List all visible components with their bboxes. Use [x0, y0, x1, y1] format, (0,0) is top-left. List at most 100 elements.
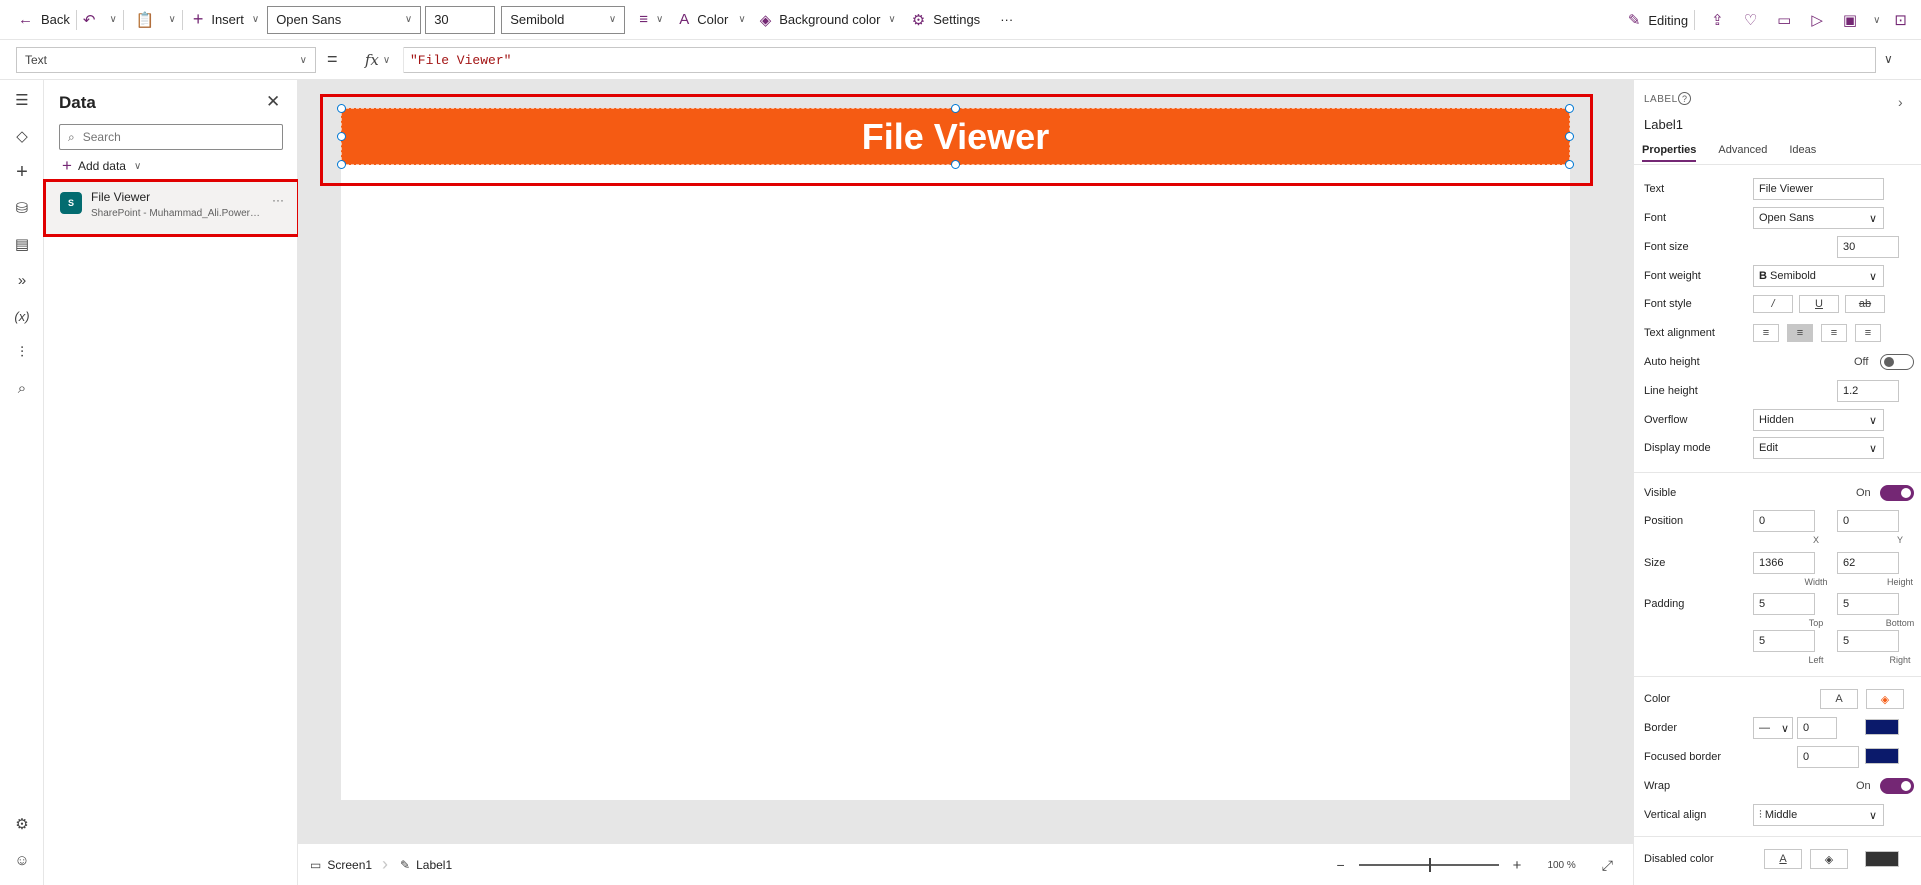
data-icon[interactable]: ⛁ — [10, 196, 34, 220]
media-icon[interactable]: ▤ — [10, 232, 34, 256]
font-prop-select[interactable]: Open Sans ∨ — [1753, 207, 1884, 229]
label1-control[interactable]: File Viewer — [341, 108, 1570, 165]
save-chevron-icon[interactable]: ∨ — [1873, 15, 1880, 26]
background-color-button[interactable]: ◈ Background color ∨ — [760, 0, 896, 40]
strikethrough-button[interactable]: ab — [1845, 295, 1885, 313]
font-weight-select[interactable]: Semibold ∨ — [501, 5, 626, 34]
expand-formula-icon[interactable]: ∨ — [1884, 52, 1893, 66]
display-mode-prop-select[interactable]: Edit ∨ — [1753, 437, 1884, 459]
font-size-input[interactable]: 30 — [425, 5, 496, 34]
padding-left-input[interactable]: 5 — [1753, 630, 1815, 652]
gear-icon[interactable]: ⚙ — [10, 812, 34, 836]
variables-icon[interactable]: (x) — [10, 304, 34, 328]
paste-button[interactable]: 📋 — [130, 0, 155, 40]
resize-handle-top[interactable] — [951, 104, 960, 113]
resize-handle-left[interactable] — [337, 132, 346, 141]
align-center-button[interactable]: ≡ — [1787, 324, 1813, 342]
font-size-prop-input[interactable]: 30 — [1837, 236, 1899, 258]
back-button[interactable]: ← Back — [18, 0, 70, 40]
zoom-in-button[interactable]: + — [1513, 857, 1522, 874]
zoom-slider[interactable] — [1358, 858, 1499, 872]
border-color-swatch[interactable] — [1865, 719, 1899, 735]
breadcrumb-label1[interactable]: ✎ Label1 — [400, 858, 452, 872]
padding-bottom-input[interactable]: 5 — [1837, 593, 1899, 615]
padding-right-input[interactable]: 5 — [1837, 630, 1899, 652]
resize-handle-bottom-right[interactable] — [1565, 160, 1574, 169]
resize-handle-bottom-left[interactable] — [337, 160, 346, 169]
power-automate-icon[interactable]: » — [10, 268, 34, 292]
border-style-select[interactable]: — ∨ — [1753, 717, 1793, 739]
disabled-fill-color-button[interactable]: ◈ — [1810, 849, 1848, 869]
disabled-color-swatch[interactable] — [1865, 851, 1899, 867]
play-icon[interactable]: ▷ — [1811, 11, 1823, 29]
fill-color-button[interactable]: ◈ — [1866, 689, 1904, 709]
size-width-input[interactable]: 1366 — [1753, 552, 1815, 574]
line-height-prop-input[interactable]: 1.2 — [1837, 380, 1899, 402]
control-name[interactable]: Label1 — [1644, 117, 1683, 132]
resize-handle-bottom[interactable] — [951, 160, 960, 169]
fit-to-window-icon[interactable]: ⤢ — [1602, 857, 1613, 874]
comments-icon[interactable]: ▭ — [1777, 11, 1791, 29]
undo-chevron-icon[interactable]: ∨ — [109, 14, 116, 25]
screen1-canvas[interactable]: File Viewer — [337, 104, 1574, 800]
advanced-tools-icon[interactable]: ⫶ — [10, 340, 34, 364]
settings-button[interactable]: ⚙ Settings — [912, 0, 980, 40]
italic-button[interactable]: / — [1753, 295, 1793, 313]
overflow-prop-select[interactable]: Hidden ∨ — [1753, 409, 1884, 431]
data-source-item[interactable]: S File Viewer SharePoint - Muhammad_Ali.… — [44, 180, 298, 236]
tab-advanced[interactable]: Advanced — [1718, 144, 1767, 162]
tab-properties[interactable]: Properties — [1642, 144, 1697, 162]
align-button[interactable]: ≡ ∨ — [639, 0, 663, 40]
tab-ideas[interactable]: Ideas — [1789, 144, 1816, 162]
hamburger-menu-icon[interactable]: ☰ — [10, 88, 34, 112]
editing-button[interactable]: ✎ Editing — [1628, 0, 1688, 40]
search-icon[interactable]: ⌕ — [10, 376, 34, 400]
auto-height-toggle[interactable] — [1880, 354, 1914, 370]
publish-icon[interactable]: ⊡ — [1894, 11, 1907, 29]
position-y-input[interactable]: 0 — [1837, 510, 1899, 532]
data-search-box[interactable]: ⌕ — [59, 124, 283, 150]
font-weight-prop-select[interactable]: B Semibold ∨ — [1753, 265, 1884, 287]
zoom-slider-thumb[interactable] — [1428, 858, 1431, 872]
padding-top-input[interactable]: 5 — [1753, 593, 1815, 615]
color-button[interactable]: A Color ∨ — [679, 0, 745, 40]
add-data-button[interactable]: + Add data ∨ — [62, 156, 141, 176]
font-family-select[interactable]: Open Sans ∨ — [267, 5, 422, 34]
resize-handle-top-right[interactable] — [1565, 104, 1574, 113]
align-right-button[interactable]: ≡ — [1821, 324, 1847, 342]
wrap-toggle[interactable] — [1880, 778, 1914, 794]
font-color-button[interactable]: A — [1820, 689, 1858, 709]
formula-input[interactable]: "File Viewer" — [404, 47, 1876, 73]
undo-button[interactable]: ↶ — [83, 0, 96, 40]
share-icon[interactable]: ⇪ — [1711, 11, 1724, 29]
align-justify-button[interactable]: ≡ — [1855, 324, 1881, 342]
insert-button[interactable]: + Insert ∨ — [193, 0, 259, 40]
focused-border-width-input[interactable]: 0 — [1797, 746, 1859, 768]
help-icon[interactable]: ? — [1678, 92, 1691, 105]
paste-chevron-icon[interactable]: ∨ — [169, 14, 176, 25]
border-width-input[interactable]: 0 — [1797, 717, 1837, 739]
data-source-more-button[interactable]: ··· — [272, 193, 284, 207]
size-height-input[interactable]: 62 — [1837, 552, 1899, 574]
disabled-font-color-button[interactable]: A — [1764, 849, 1802, 869]
fx-button[interactable]: fx ∨ — [352, 47, 404, 73]
vertical-align-select[interactable]: ⫶ Middle ∨ — [1753, 804, 1884, 826]
tree-view-icon[interactable]: ◇ — [10, 124, 34, 148]
text-prop-input[interactable]: File Viewer — [1753, 178, 1884, 200]
align-left-button[interactable]: ≡ — [1753, 324, 1779, 342]
data-search-input[interactable] — [82, 130, 263, 144]
chevron-right-icon[interactable]: › — [1898, 94, 1903, 110]
virtual-agent-icon[interactable]: ☺ — [10, 848, 34, 872]
visible-toggle[interactable] — [1880, 485, 1914, 501]
resize-handle-right[interactable] — [1565, 132, 1574, 141]
resize-handle-top-left[interactable] — [337, 104, 346, 113]
save-icon[interactable]: ▣ — [1843, 11, 1857, 29]
zoom-out-button[interactable]: − — [1336, 857, 1344, 873]
app-checker-icon[interactable]: ♡ — [1744, 11, 1757, 29]
focused-border-color-swatch[interactable] — [1865, 748, 1899, 764]
more-commands-button[interactable]: ··· — [1000, 0, 1013, 40]
insert-icon[interactable]: + — [10, 160, 34, 184]
underline-button[interactable]: U — [1799, 295, 1839, 313]
property-select[interactable]: Text ∨ — [16, 47, 316, 73]
position-x-input[interactable]: 0 — [1753, 510, 1815, 532]
